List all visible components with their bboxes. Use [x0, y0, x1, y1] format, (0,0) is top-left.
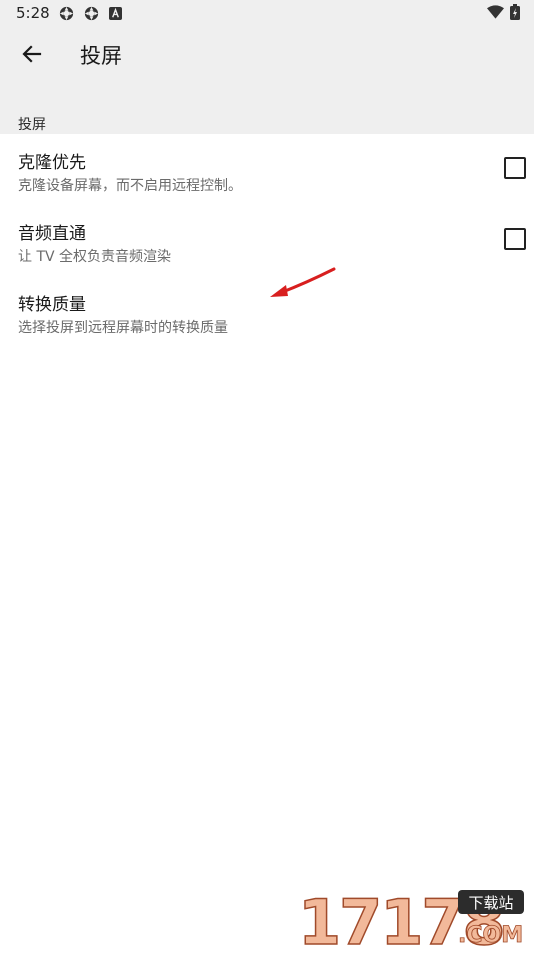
- wifi-icon: [487, 5, 504, 19]
- page-title: 投屏: [80, 44, 122, 68]
- annotation-arrow-icon: [270, 267, 336, 297]
- pref-clone-first[interactable]: 克隆优先 克隆设备屏幕，而不启用远程控制。: [0, 134, 534, 205]
- watermark-domain: .COM: [458, 923, 523, 948]
- settings-gear-icon: [59, 6, 74, 21]
- android-a-icon: [109, 7, 122, 20]
- pref-title: 克隆优先: [18, 153, 86, 173]
- status-bar: 5:28: [0, 0, 534, 28]
- watermark-tag: 下载站: [468, 894, 513, 912]
- pref-summary: 克隆设备屏幕，而不启用远程控制。: [18, 178, 242, 194]
- audio-passthrough-checkbox[interactable]: [504, 228, 526, 250]
- settings-gear-icon: [84, 6, 99, 21]
- clone-first-checkbox[interactable]: [504, 157, 526, 179]
- arrow-back-icon: [22, 45, 42, 63]
- app-bar: 投屏: [0, 28, 534, 80]
- watermark-17178-logo-icon: 17178 下载站 .COM: [297, 885, 524, 954]
- pref-title: 音频直通: [18, 224, 86, 244]
- pref-summary: 让 TV 全权负责音频渲染: [18, 249, 172, 265]
- status-time: 5:28: [16, 4, 50, 22]
- section-header: 投屏: [18, 117, 46, 133]
- pref-title: 转换质量: [18, 295, 86, 315]
- battery-charging-icon: [510, 4, 520, 20]
- status-right-icons: [487, 4, 520, 20]
- watermark-logo: 17178 下载站 .COM: [297, 884, 528, 954]
- back-button[interactable]: [14, 40, 50, 68]
- pref-summary: 选择投屏到远程屏幕时的转换质量: [18, 320, 228, 336]
- preference-list: 克隆优先 克隆设备屏幕，而不启用远程控制。 音频直通 让 TV 全权负责音频渲染…: [0, 134, 534, 347]
